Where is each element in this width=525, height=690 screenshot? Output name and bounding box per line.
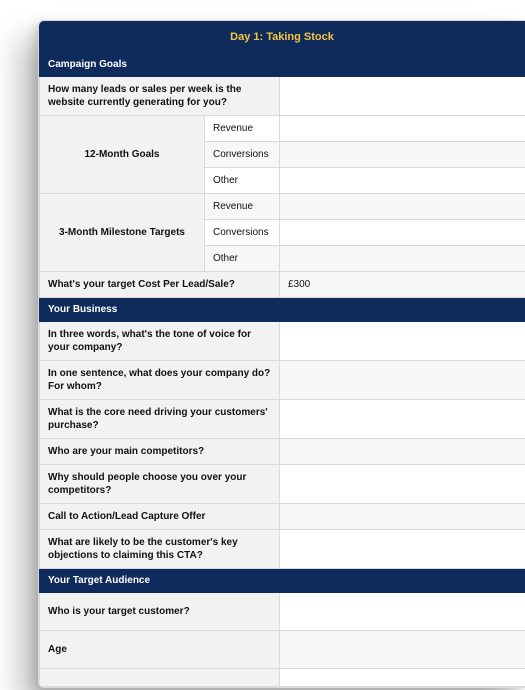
answer-cell[interactable] (280, 361, 525, 400)
question-label: What is the core need driving your custo… (40, 400, 280, 439)
answer-cell[interactable] (280, 504, 525, 530)
question-label: 12-Month Goals (40, 116, 205, 194)
title-row: Day 1: Taking Stock (40, 22, 525, 53)
sub-label: Conversions (205, 220, 280, 246)
row-leads: How many leads or sales per week is the … (40, 77, 525, 116)
answer-cell[interactable] (280, 142, 525, 168)
answer-cell[interactable]: £300 (280, 272, 525, 298)
sub-label: Revenue (205, 194, 280, 220)
answer-cell[interactable] (280, 593, 525, 631)
sub-label: Revenue (205, 116, 280, 142)
question-label: Who is your target customer? (40, 593, 280, 631)
question-label: In three words, what's the tone of voice… (40, 322, 280, 361)
section-heading: Your Business (40, 298, 525, 322)
page-title: Day 1: Taking Stock (40, 22, 525, 53)
row-objections: What are likely to be the customer's key… (40, 530, 525, 569)
answer-cell[interactable] (280, 669, 525, 687)
answer-cell[interactable] (280, 220, 525, 246)
sub-label: Other (205, 246, 280, 272)
row-who: Who is your target customer? (40, 593, 525, 631)
answer-cell[interactable] (280, 246, 525, 272)
question-label: What are likely to be the customer's key… (40, 530, 280, 569)
row-sentence: In one sentence, what does your company … (40, 361, 525, 400)
section-heading: Campaign Goals (40, 53, 525, 77)
question-label: Age (40, 631, 280, 669)
section-heading: Your Target Audience (40, 569, 525, 593)
answer-cell[interactable] (280, 530, 525, 569)
answer-cell[interactable] (280, 194, 525, 220)
worksheet: Day 1: Taking Stock Campaign Goals How m… (38, 20, 525, 688)
answer-cell[interactable] (280, 465, 525, 504)
question-label: How many leads or sales per week is the … (40, 77, 280, 116)
sub-label: Conversions (205, 142, 280, 168)
question-label: Who are your main competitors? (40, 439, 280, 465)
answer-cell[interactable] (280, 400, 525, 439)
row-core-need: What is the core need driving your custo… (40, 400, 525, 439)
row-why-choose: Why should people choose you over your c… (40, 465, 525, 504)
section-your-business: Your Business (40, 298, 525, 322)
question-label: In one sentence, what does your company … (40, 361, 280, 400)
question-label: What's your target Cost Per Lead/Sale? (40, 272, 280, 298)
row-competitors: Who are your main competitors? (40, 439, 525, 465)
question-label (40, 669, 280, 687)
sub-label: Other (205, 168, 280, 194)
row-age: Age (40, 631, 525, 669)
row-target-cost: What's your target Cost Per Lead/Sale? £… (40, 272, 525, 298)
row-12month-revenue: 12-Month Goals Revenue (40, 116, 525, 142)
worksheet-table: Day 1: Taking Stock Campaign Goals How m… (39, 21, 525, 687)
row-tone: In three words, what's the tone of voice… (40, 322, 525, 361)
answer-cell[interactable] (280, 631, 525, 669)
row-cta: Call to Action/Lead Capture Offer (40, 504, 525, 530)
answer-cell[interactable] (280, 322, 525, 361)
answer-cell[interactable] (280, 116, 525, 142)
question-label: 3-Month Milestone Targets (40, 194, 205, 272)
answer-cell[interactable] (280, 77, 525, 116)
question-label: Call to Action/Lead Capture Offer (40, 504, 280, 530)
row-blank (40, 669, 525, 687)
section-target-audience: Your Target Audience (40, 569, 525, 593)
question-label: Why should people choose you over your c… (40, 465, 280, 504)
answer-cell[interactable] (280, 168, 525, 194)
answer-cell[interactable] (280, 439, 525, 465)
section-campaign-goals: Campaign Goals (40, 53, 525, 77)
row-3month-revenue: 3-Month Milestone Targets Revenue (40, 194, 525, 220)
